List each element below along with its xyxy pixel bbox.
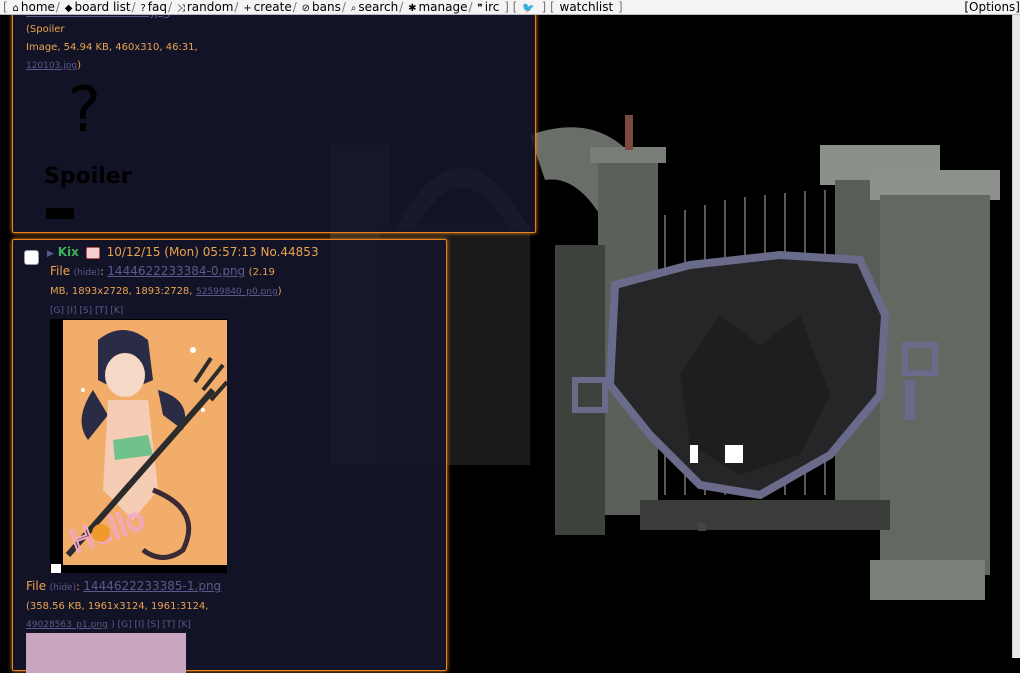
- nav-irc[interactable]: ❞ irc: [477, 0, 499, 14]
- post-reply: ▶ Kix 10/12/15 (Mon) 05:57:13 No.44853 F…: [12, 239, 447, 673]
- file-meta: (2.19: [248, 267, 275, 278]
- image-thumbnail[interactable]: Hello: [63, 320, 227, 565]
- question-icon: ?: [140, 3, 146, 14]
- nav-manage[interactable]: ✱ manage: [408, 0, 467, 14]
- original-filename-link[interactable]: 52599840_p0.png: [196, 287, 278, 297]
- file-name-link[interactable]: 1444622233384-0.png: [107, 264, 245, 278]
- file-label: File: [50, 264, 71, 278]
- file-meta-line2: Image, 54.94 KB, 460x310, 46:31,: [26, 42, 198, 53]
- nav-bans[interactable]: ⊘ bans: [302, 0, 341, 14]
- original-filename-link[interactable]: 49028563_p1.png: [26, 620, 108, 630]
- file-meta-line2: MB, 1893x2728, 1893:2728,: [50, 286, 193, 297]
- nav-search[interactable]: ⌕ search: [351, 0, 398, 14]
- top-nav-bar: [ ⌂ home/ ◆ board list/ ? faq/ ⤨ random/ + cr…: [0, 0, 1020, 15]
- nav-random[interactable]: ⤨ random: [177, 0, 234, 14]
- hide-file-link[interactable]: (hide): [50, 583, 77, 593]
- spoiler-image-label[interactable]: Spoiler: [44, 164, 132, 189]
- nav-twitter[interactable]: 🐦: [522, 0, 536, 14]
- file-meta: (358.56 KB, 1961x3124, 1961:3124,: [26, 601, 209, 612]
- tag-icon: ◆: [64, 3, 73, 14]
- quote-icon: ❞: [477, 3, 483, 14]
- meta-close: ): [277, 286, 282, 297]
- search-icon: ⌕: [350, 3, 357, 14]
- post-number-link[interactable]: No.44853: [260, 245, 318, 259]
- file-name-link[interactable]: 1444622233385-1.png: [83, 579, 221, 593]
- post-menu-arrow-icon[interactable]: ▶: [47, 249, 54, 259]
- hide-file-link[interactable]: (hide): [74, 268, 101, 278]
- twitter-icon: 🐦: [522, 3, 535, 14]
- scrollbar[interactable]: [1012, 15, 1020, 658]
- plus-icon: +: [243, 3, 252, 14]
- ban-icon: ⊘: [301, 3, 311, 14]
- gear-icon: ✱: [408, 3, 417, 14]
- nav-links: [ ⌂ home/ ◆ board list/ ? faq/ ⤨ random/ + cr…: [3, 0, 623, 14]
- post-reply: 1444620865720-2.jpg (Spoiler Image, 54.9…: [12, 0, 536, 233]
- nav-create[interactable]: + create: [243, 0, 291, 14]
- poster-name: Kix: [57, 245, 79, 259]
- post-info: ▶ Kix 10/12/15 (Mon) 05:57:13 No.44853: [47, 245, 319, 259]
- spoiler-bar: [46, 208, 74, 219]
- image-thumbnail[interactable]: [26, 633, 186, 673]
- spoiler-question-mark[interactable]: ?: [68, 70, 101, 150]
- shuffle-icon: ⤨: [176, 3, 185, 14]
- file-label: File: [26, 579, 47, 593]
- post-datetime: 10/12/15 (Mon) 05:57:13: [106, 245, 257, 259]
- flag-icon: [85, 246, 100, 259]
- nav-board-list[interactable]: ◆ board list: [65, 0, 131, 14]
- nav-home[interactable]: ⌂ home: [13, 0, 55, 14]
- file-meta: (Spoiler: [26, 24, 65, 35]
- nav-watchlist[interactable]: watchlist: [560, 0, 614, 14]
- image-search-links[interactable]: ) [G] [I] [S] [T] [K]: [111, 620, 191, 630]
- post-select-checkbox[interactable]: [24, 250, 39, 265]
- image-search-links[interactable]: [G] [I] [S] [T] [K]: [50, 306, 123, 316]
- image-corner-marker: [51, 564, 61, 573]
- home-icon: ⌂: [12, 3, 19, 14]
- nav-faq[interactable]: ? faq: [140, 0, 167, 14]
- options-button[interactable]: [Options]: [964, 0, 1020, 14]
